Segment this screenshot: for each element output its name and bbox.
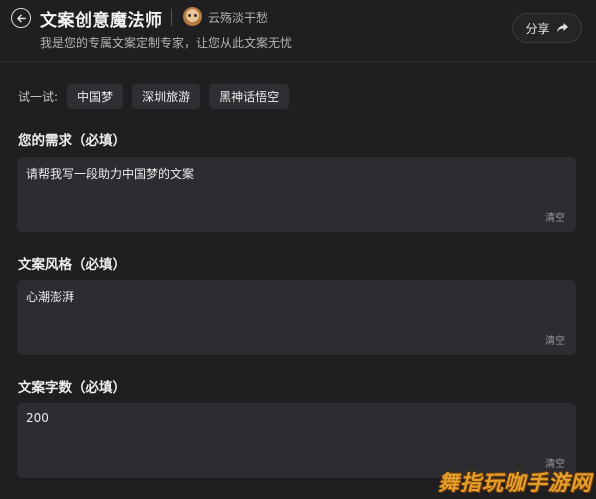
word-count-value[interactable]: 200 — [26, 411, 49, 425]
arrow-left-icon — [16, 14, 26, 22]
style-clear-button[interactable]: 清空 — [545, 332, 565, 347]
author-avatar[interactable] — [183, 7, 202, 26]
app-subtitle: 我是您的专属文案定制专家，让您从此文案无忧 — [40, 36, 293, 50]
requirement-field[interactable]: 请帮我写一段助力中国梦的文案 清空 — [17, 157, 576, 232]
share-icon — [556, 23, 568, 33]
style-value[interactable]: 心潮澎湃 — [26, 288, 74, 305]
header-divider — [171, 9, 172, 26]
requirement-clear-button[interactable]: 清空 — [545, 209, 565, 224]
style-field[interactable]: 心潮澎湃 清空 — [17, 280, 576, 355]
back-button[interactable] — [11, 8, 31, 28]
example-chip-shenzhen-travel[interactable]: 深圳旅游 — [132, 84, 201, 109]
example-chip-china-dream[interactable]: 中国梦 — [67, 84, 124, 109]
word-count-label: 文案字数（必填） — [18, 380, 126, 396]
share-label: 分享 — [525, 21, 550, 36]
site-watermark: 舞指玩咖手游网 — [438, 471, 592, 495]
try-examples-row: 试一试: 中国梦 深圳旅游 黑神话悟空 — [18, 84, 298, 109]
author-name[interactable]: 云殇淡干愁 — [208, 9, 268, 26]
example-chip-black-myth-wukong[interactable]: 黑神话悟空 — [209, 84, 290, 109]
style-label: 文案风格（必填） — [18, 257, 126, 273]
app-header: 文案创意魔法师 云殇淡干愁 我是您的专属文案定制专家，让您从此文案无忧 分享 — [0, 0, 596, 62]
requirement-label: 您的需求（必填） — [18, 133, 126, 149]
try-label: 试一试: — [18, 90, 59, 104]
share-button[interactable]: 分享 — [512, 13, 582, 43]
requirement-value[interactable]: 请帮我写一段助力中国梦的文案 — [26, 165, 194, 182]
app-title: 文案创意魔法师 — [40, 11, 163, 31]
